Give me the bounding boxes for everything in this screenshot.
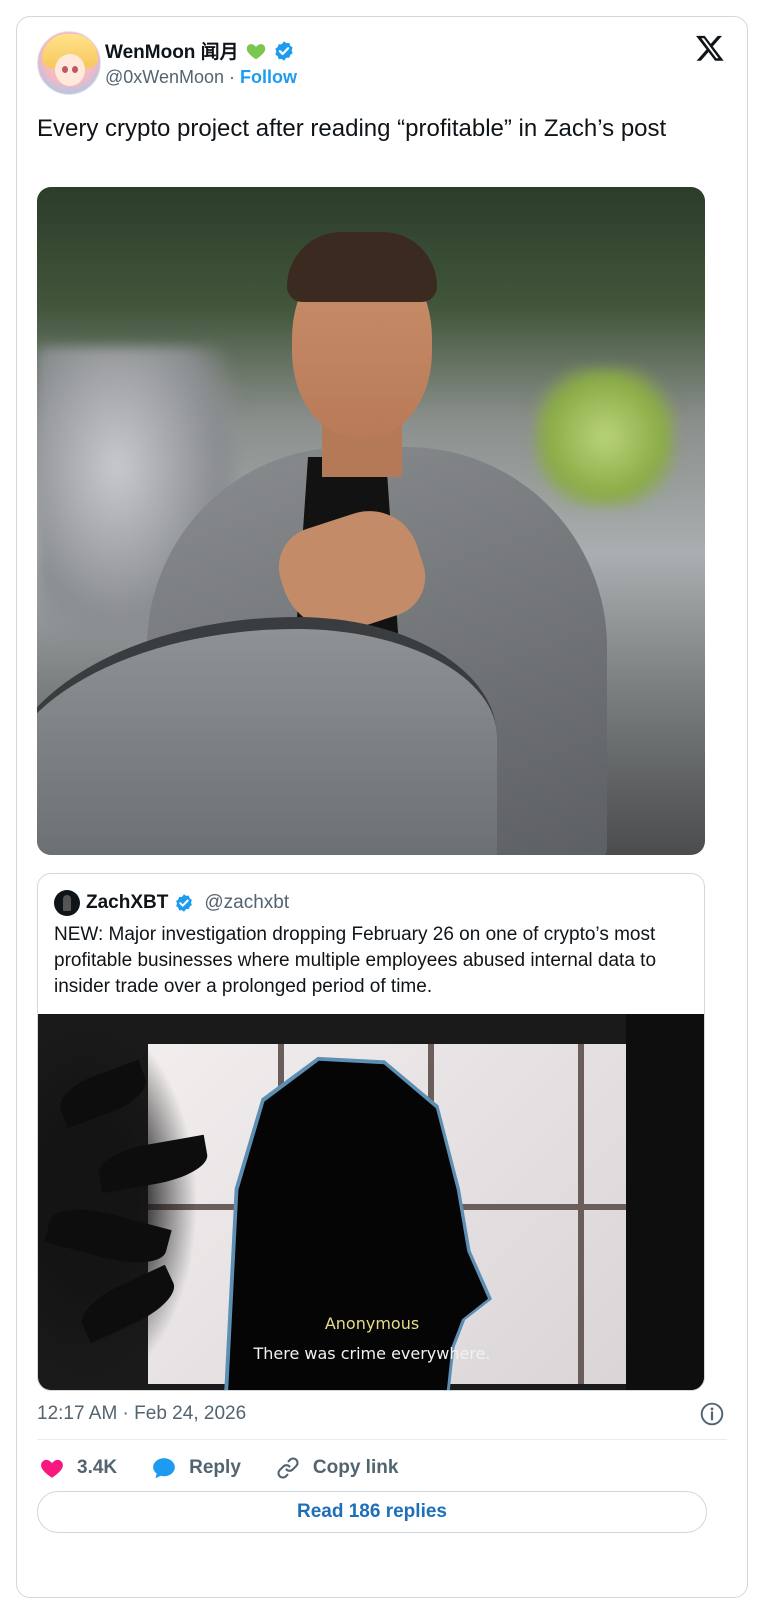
quoted-display-name: ZachXBT (86, 892, 169, 913)
author-handle-row: @0xWenMoon · Follow (105, 67, 297, 88)
quoted-text: NEW: Major investigation dropping Februa… (54, 924, 657, 997)
quoted-handle: @zachxbt (204, 892, 290, 913)
reply-bubble-icon (153, 1458, 175, 1479)
photo-car (37, 617, 497, 855)
verified-badge-icon (275, 40, 293, 61)
image-subtitle-line: There was crime everywhere. (253, 1344, 491, 1363)
author-name-row: WenMoon 闻月 (105, 37, 295, 64)
reply-action[interactable]: Reply (151, 1455, 241, 1481)
avatar-face (55, 54, 85, 86)
reply-label: Reply (189, 1457, 241, 1478)
verified-badge-icon (176, 894, 193, 912)
avatar-eye-left (62, 66, 68, 73)
green-heart-icon (246, 43, 265, 59)
heart-icon (41, 1459, 63, 1478)
quoted-header: ZachXBT @zachxbt (54, 890, 289, 916)
tweet-card: WenMoon 闻月 @0xWenMoon · Follow Every cry… (16, 16, 748, 1598)
quoted-tweet[interactable]: ZachXBT @zachxbt NEW: Major investigatio… (37, 873, 705, 1391)
author-avatar[interactable] (37, 31, 101, 95)
read-replies-button[interactable]: Read 186 replies (37, 1491, 707, 1533)
handle-separator: · (229, 67, 236, 87)
copy-link-label: Copy link (312, 1457, 399, 1478)
info-icon[interactable] (699, 1401, 725, 1427)
like-action[interactable]: 3.4K (39, 1455, 117, 1481)
photo-hair (287, 232, 437, 302)
x-logo-icon[interactable] (695, 33, 725, 63)
image-right-shadow (626, 1014, 704, 1390)
tweet-text: Every crypto project after reading “prof… (37, 115, 667, 142)
quoted-avatar (54, 890, 80, 916)
copy-link-action[interactable]: Copy link (275, 1455, 399, 1481)
action-bar: 3.4K Reply Copy link (39, 1455, 398, 1481)
link-icon (277, 1457, 299, 1479)
author-display-name[interactable]: WenMoon 闻月 (105, 37, 239, 64)
author-handle[interactable]: @0xWenMoon (105, 67, 224, 87)
tweet-photo[interactable] (37, 187, 705, 855)
image-subtitle-speaker: Anonymous (324, 1314, 420, 1333)
divider (37, 1439, 727, 1440)
window-mullion (578, 1044, 584, 1384)
avatar-eye-right (72, 66, 78, 73)
photo-bg-vest (535, 367, 675, 507)
like-count: 3.4K (77, 1457, 118, 1478)
follow-button[interactable]: Follow (240, 67, 297, 87)
quoted-image[interactable]: Anonymous There was crime everywhere. (38, 1014, 704, 1390)
tweet-timestamp[interactable]: 12:17 AM · Feb 24, 2026 (37, 1403, 246, 1425)
